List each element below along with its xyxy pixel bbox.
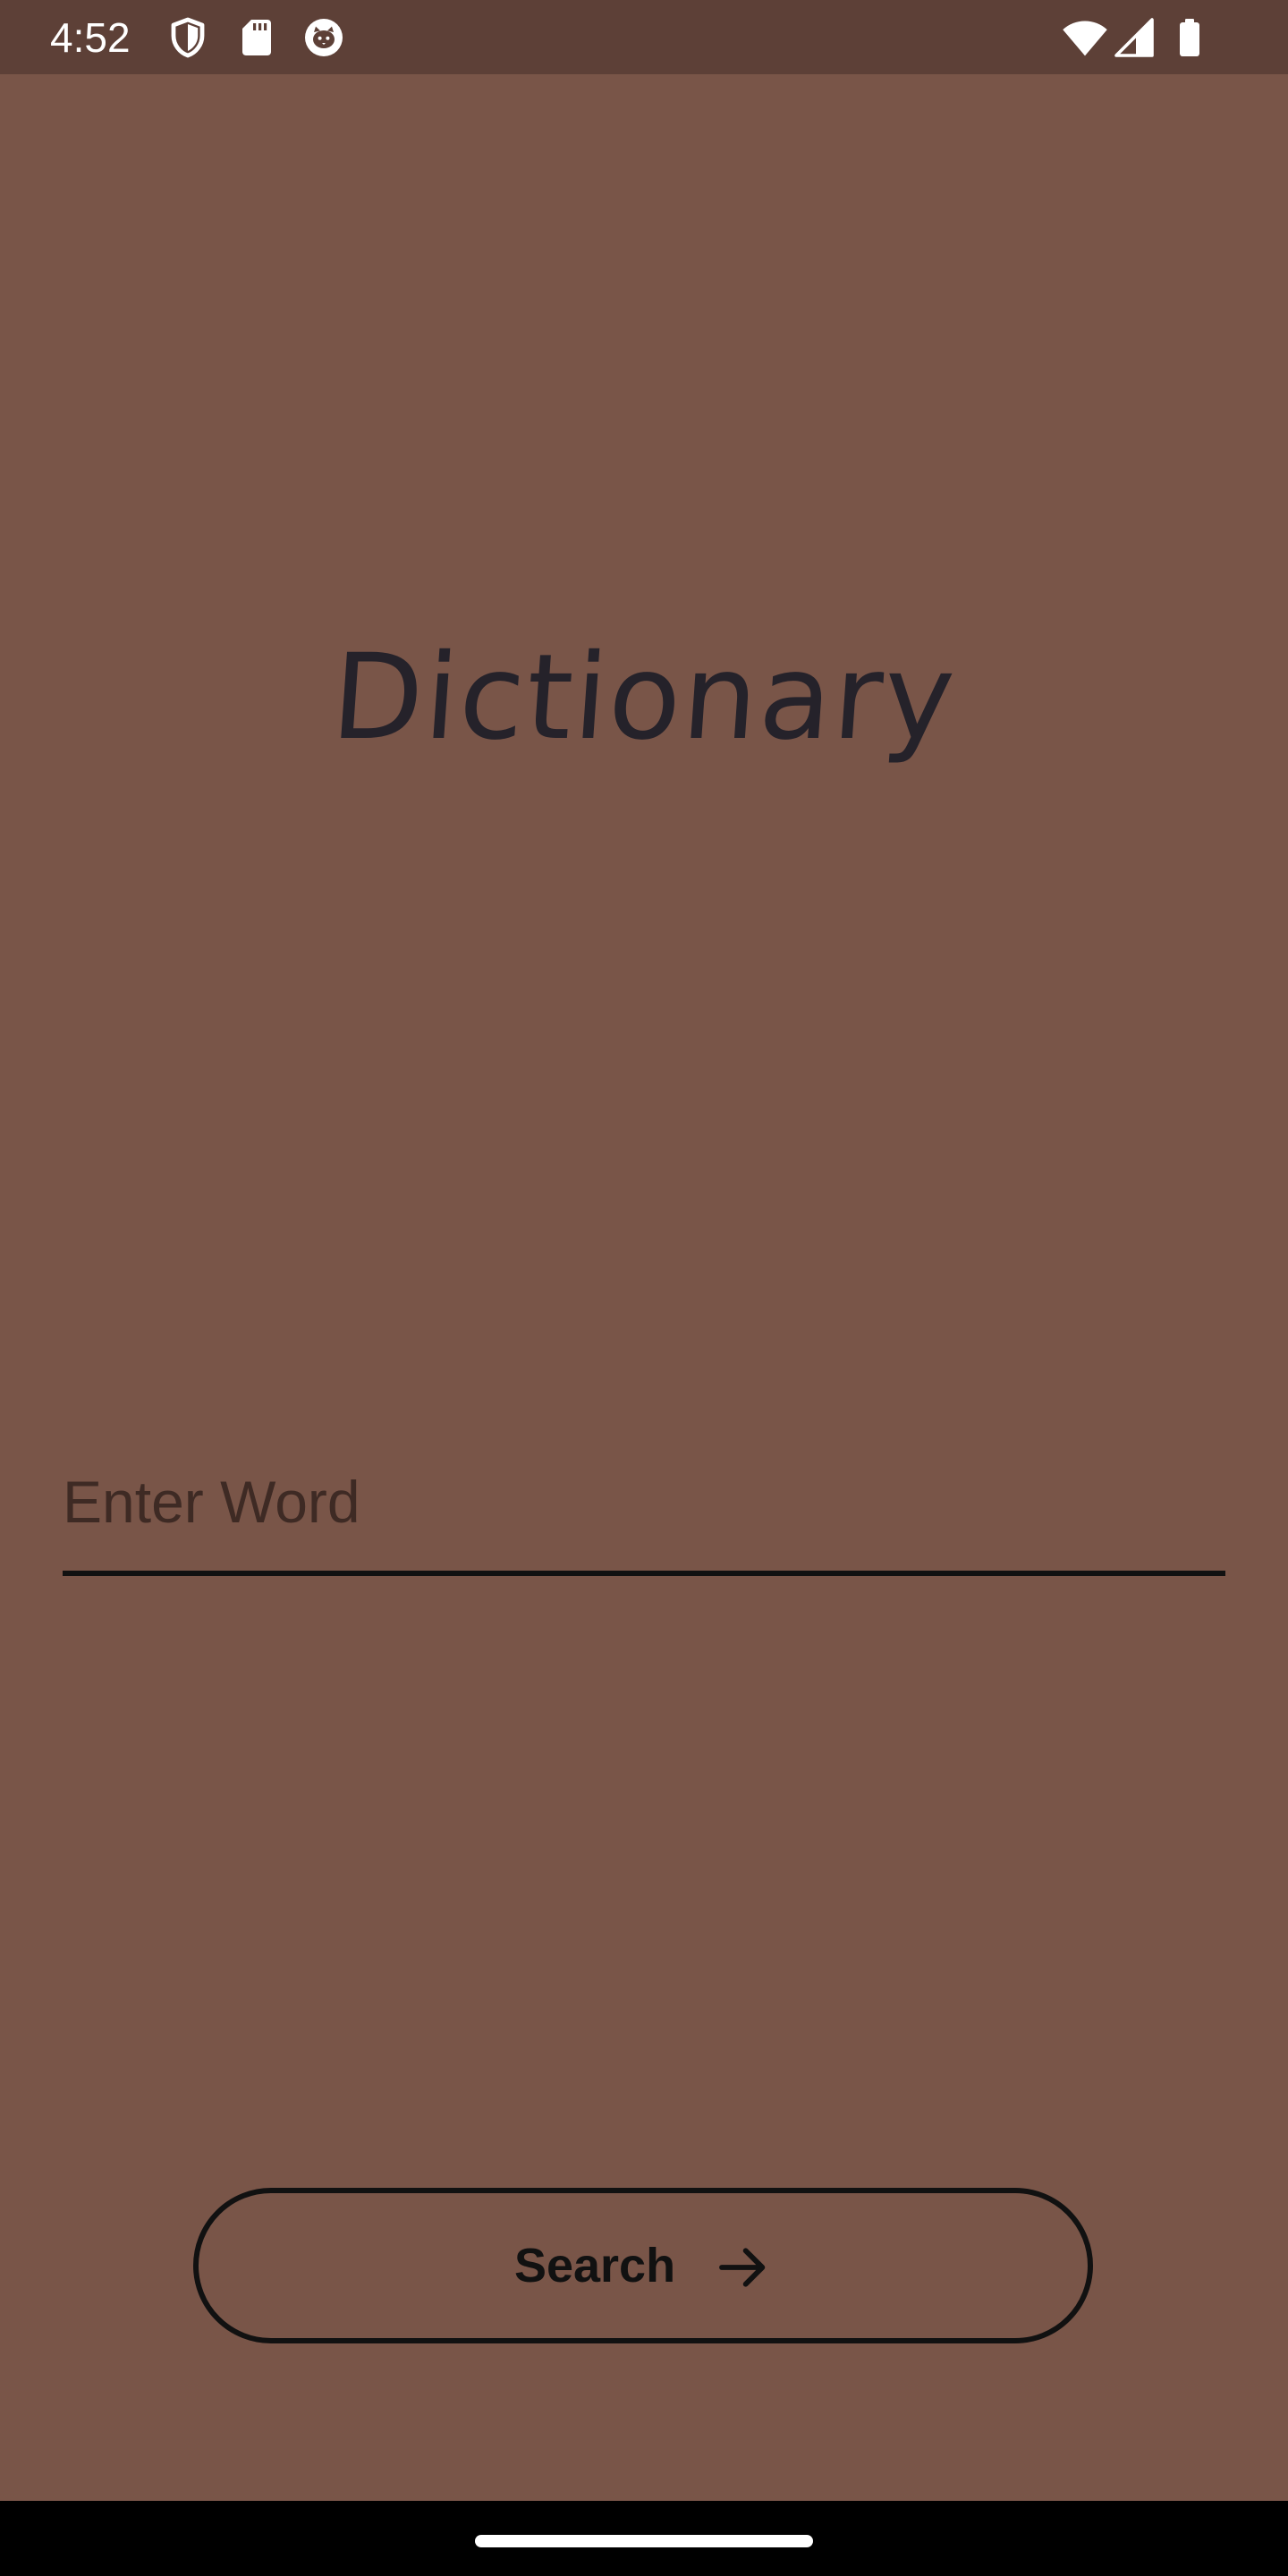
cat-face-icon [305, 19, 343, 56]
arrow-right-icon [719, 2248, 766, 2287]
home-indicator[interactable] [475, 2535, 813, 2547]
word-field [63, 1431, 1225, 1578]
wifi-icon [1063, 21, 1107, 56]
search-button[interactable]: Search [193, 2188, 1093, 2343]
sd-card-icon [242, 20, 271, 55]
status-bar: 4:52 [0, 0, 1288, 74]
word-input[interactable] [63, 1431, 1225, 1572]
shield-icon [171, 17, 205, 58]
battery-icon [1180, 19, 1199, 56]
word-input-underline [63, 1571, 1225, 1576]
signal-icon [1114, 18, 1154, 57]
navigation-bar [0, 2501, 1288, 2576]
search-button-label: Search [513, 2239, 676, 2292]
app-title: Dictionary [327, 629, 961, 767]
status-time: 4:52 [50, 14, 131, 61]
